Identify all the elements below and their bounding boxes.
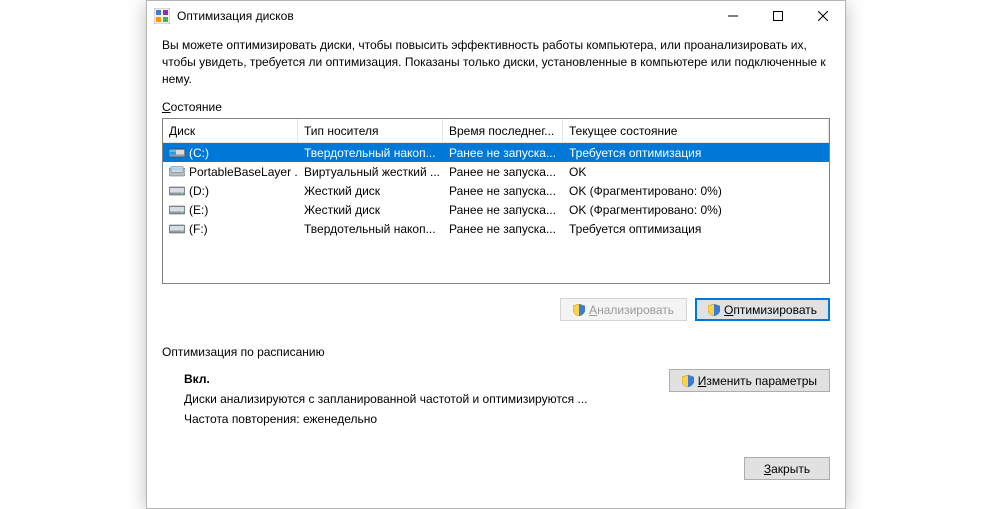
hdd-drive-icon — [169, 185, 185, 197]
shield-icon — [708, 304, 720, 316]
drive-last-run-cell: Ранее не запуска... — [443, 222, 563, 236]
drive-name: (F:) — [189, 222, 208, 236]
close-window-button[interactable] — [800, 1, 845, 31]
drive-state-cell: OK (Фрагментировано: 0%) — [563, 203, 829, 217]
action-buttons-row: Анализировать Оптимизировать — [162, 298, 830, 321]
drives-list[interactable]: Диск Тип носителя Время последнег... Тек… — [162, 118, 830, 284]
schedule-group: Оптимизация по расписанию Вкл. Диски ана… — [162, 345, 830, 429]
table-row[interactable]: (D:) Жесткий дискРанее не запуска...OK (Ф… — [163, 181, 829, 200]
drive-name-cell: PortableBaseLayer ... — [163, 165, 298, 179]
hdd-drive-icon — [169, 223, 185, 235]
shield-icon — [682, 375, 694, 387]
drive-last-run-cell: Ранее не запуска... — [443, 203, 563, 217]
window-buttons — [710, 1, 845, 31]
drive-name-cell: (F:) — [163, 222, 298, 236]
table-row[interactable]: (C:) Твердотельный накоп...Ранее не запус… — [163, 143, 829, 162]
vhd-drive-icon — [169, 166, 185, 178]
drive-last-run-cell: Ранее не запуска... — [443, 146, 563, 160]
drive-media-cell: Жесткий диск — [298, 203, 443, 217]
drive-name: PortableBaseLayer ... — [189, 165, 298, 179]
change-settings-button[interactable]: Изменить параметры — [669, 369, 830, 392]
drive-media-cell: Твердотельный накоп... — [298, 146, 443, 160]
drive-name-cell: (C:) — [163, 146, 298, 160]
window-title: Оптимизация дисков — [177, 9, 710, 23]
table-row[interactable]: (E:) Жесткий дискРанее не запуска...OK (Ф… — [163, 200, 829, 219]
drive-media-cell: Твердотельный накоп... — [298, 222, 443, 236]
maximize-button[interactable] — [755, 1, 800, 31]
drive-state-cell: OK (Фрагментировано: 0%) — [563, 184, 829, 198]
drive-name-cell: (E:) — [163, 203, 298, 217]
os-drive-icon — [169, 147, 185, 159]
drive-state-cell: Требуется оптимизация — [563, 146, 829, 160]
description-text: Вы можете оптимизировать диски, чтобы по… — [162, 37, 830, 88]
drive-last-run-cell: Ранее не запуска... — [443, 165, 563, 179]
state-section-label: Состояние — [162, 100, 830, 114]
drive-state-cell: OK — [563, 165, 829, 179]
drive-media-cell: Виртуальный жесткий ... — [298, 165, 443, 179]
close-button[interactable]: Закрыть — [744, 457, 830, 480]
minimize-button[interactable] — [710, 1, 755, 31]
column-header-media[interactable]: Тип носителя — [298, 119, 443, 142]
table-row[interactable]: (F:) Твердотельный накоп...Ранее не запус… — [163, 219, 829, 238]
drives-list-body: (C:)Твердотельный накоп...Ранее не запус… — [163, 143, 829, 238]
column-header-disk[interactable]: Диск — [163, 119, 298, 142]
schedule-line-1: Диски анализируются с запланированной ча… — [184, 389, 588, 409]
window-body: Вы можете оптимизировать диски, чтобы по… — [147, 31, 845, 490]
schedule-line-2: Частота повторения: еженедельно — [184, 409, 588, 429]
drive-name-cell: (D:) — [163, 184, 298, 198]
drive-media-cell: Жесткий диск — [298, 184, 443, 198]
drive-name: (C:) — [189, 146, 209, 160]
drive-last-run-cell: Ранее не запуска... — [443, 184, 563, 198]
analyze-button[interactable]: Анализировать — [560, 298, 687, 321]
app-icon — [154, 8, 170, 24]
drive-name: (D:) — [189, 184, 209, 198]
optimize-button[interactable]: Оптимизировать — [695, 298, 830, 321]
column-header-state[interactable]: Текущее состояние — [563, 119, 829, 142]
schedule-body: Вкл. Диски анализируются с запланированн… — [162, 369, 830, 429]
shield-icon — [573, 304, 585, 316]
schedule-text: Вкл. Диски анализируются с запланированн… — [184, 369, 588, 429]
schedule-on-label: Вкл. — [184, 369, 588, 389]
footer: Закрыть — [162, 457, 830, 480]
optimize-drives-window: Оптимизация дисков Вы можете оптимизиров… — [146, 0, 846, 509]
hdd-drive-icon — [169, 204, 185, 216]
table-row[interactable]: PortableBaseLayer ...Виртуальный жесткий… — [163, 162, 829, 181]
drives-list-header: Диск Тип носителя Время последнег... Тек… — [163, 119, 829, 143]
column-header-last[interactable]: Время последнег... — [443, 119, 563, 142]
schedule-group-label: Оптимизация по расписанию — [162, 345, 830, 359]
titlebar: Оптимизация дисков — [147, 1, 845, 31]
drive-state-cell: Требуется оптимизация — [563, 222, 829, 236]
drive-name: (E:) — [189, 203, 208, 217]
